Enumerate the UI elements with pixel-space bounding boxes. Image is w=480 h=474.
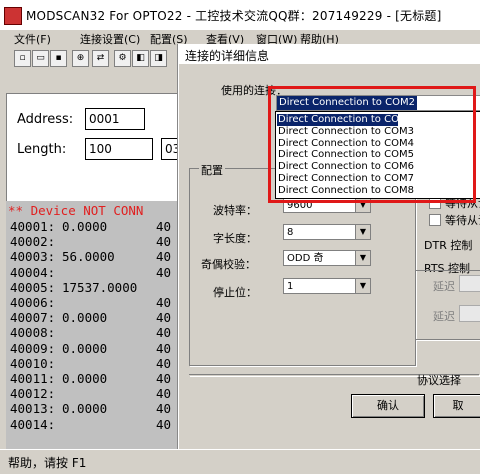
databits-label: 字长度：: [213, 232, 257, 245]
register-address: 40006:: [10, 295, 56, 310]
length-field[interactable]: 100: [85, 138, 153, 160]
address-label: Address:: [17, 112, 74, 127]
delay-label-1: 延迟: [433, 280, 455, 293]
register-address: 40007:: [10, 310, 56, 326]
dtr-label: DTR 控制: [424, 239, 473, 252]
register-next-column: 40: [156, 416, 172, 432]
register-value[interactable]: 0.0000: [62, 219, 107, 234]
register-address: 40005:: [10, 279, 56, 295]
register-address: 40008:: [10, 325, 56, 341]
parity-label: 奇偶校验：: [201, 258, 256, 271]
register-next-column: 40: [156, 249, 172, 265]
chevron-down-icon[interactable]: ▼: [355, 251, 370, 265]
status-text: 帮助，请按 F1: [8, 456, 87, 470]
register-address: 40013:: [10, 401, 56, 417]
delay-label-2: 延迟: [433, 310, 455, 323]
register-next-column: 40: [156, 295, 172, 310]
open-folder-icon[interactable]: ▭: [32, 50, 49, 67]
register-value[interactable]: 0.0000: [62, 310, 107, 325]
register-address: 40014:: [10, 416, 56, 432]
connect-icon[interactable]: ⇄: [92, 50, 109, 67]
register-display: ** Device NOT CONN 40001: 0.0000 40 40002: 4…: [6, 201, 178, 457]
print-icon[interactable]: ⊕: [72, 50, 89, 67]
new-file-icon[interactable]: ▫: [14, 50, 31, 67]
protocol-button[interactable]: 协议选择: [417, 372, 461, 388]
register-next-column: 40: [156, 219, 172, 234]
length-label: Length:: [17, 142, 67, 157]
dialog-title-bar: 连接的详细信息: [179, 44, 480, 64]
cancel-button[interactable]: 取: [433, 394, 480, 418]
config-group-label: 配置: [199, 162, 225, 178]
delay-field-1[interactable]: [459, 275, 480, 292]
register-value[interactable]: 0.0000: [62, 341, 107, 356]
register-value[interactable]: 0.0000: [62, 401, 107, 416]
register-next-column: 40: [156, 340, 172, 356]
register-next-column: 40: [156, 386, 172, 402]
delay-field-2[interactable]: [459, 305, 480, 322]
save-icon[interactable]: ▪: [50, 50, 67, 67]
register-address: 40002:: [10, 234, 56, 250]
register-address: 40011:: [10, 371, 56, 386]
scan-form: Address: 0001 Length: 100 03: [6, 93, 181, 203]
register-next-column: 40: [156, 310, 172, 326]
address-field[interactable]: 0001: [85, 108, 145, 130]
menu-connection[interactable]: 连接设置(C): [80, 31, 140, 47]
register-value[interactable]: 0.0000: [62, 371, 107, 386]
databits-select[interactable]: 8 ▼: [283, 224, 371, 240]
register-next-column: 40: [156, 355, 172, 371]
stopbits-select[interactable]: 1 ▼: [283, 278, 371, 294]
register-address: 40012:: [10, 386, 56, 402]
wait-dsr-label: 等待从设: [445, 214, 480, 227]
register-next-column: 40: [156, 325, 172, 341]
chevron-down-icon[interactable]: ▼: [355, 225, 370, 239]
toolbar: ▫ ▭ ▪ ⊕ ⇄ ⚙ ◧ ◨: [0, 47, 176, 69]
app-icon: [4, 7, 22, 25]
ok-button[interactable]: 确认: [351, 394, 425, 418]
red-highlight-box: [268, 86, 476, 203]
stopbits-label: 停止位：: [213, 286, 257, 299]
status-bar: 帮助，请按 F1: [0, 449, 480, 474]
register-address: 40003:: [10, 249, 56, 265]
dialog-title: 连接的详细信息: [185, 49, 270, 63]
register-next-column: 40: [156, 234, 172, 250]
title-bar: MODSCAN32 For OPTO22 - 工控技术交流QQ群：2071492…: [0, 0, 480, 30]
register-value[interactable]: 17537.0000: [62, 280, 137, 295]
window-title: MODSCAN32 For OPTO22 - 工控技术交流QQ群：2071492…: [26, 9, 442, 23]
register-address: 40001:: [10, 219, 56, 234]
connection-error-text: ** Device NOT CONN: [8, 203, 144, 218]
register-next-column: 40: [156, 264, 172, 280]
register-address: 40010:: [10, 355, 56, 371]
parity-select[interactable]: ODD 奇 ▼: [283, 250, 371, 266]
wait-dsr-checkbox[interactable]: [429, 214, 441, 226]
tool2-icon[interactable]: ◧: [132, 50, 149, 67]
chevron-down-icon[interactable]: ▼: [355, 279, 370, 293]
tool-icon[interactable]: ⚙: [114, 50, 131, 67]
register-next-column: 40: [156, 371, 172, 386]
register-value[interactable]: 56.0000: [62, 249, 115, 264]
baud-label: 波特率：: [213, 204, 257, 217]
tool3-icon[interactable]: ◨: [150, 50, 167, 67]
register-address: 40009:: [10, 340, 56, 356]
register-address: 40004:: [10, 264, 56, 280]
menu-file[interactable]: 文件(F): [14, 31, 51, 47]
register-next-column: 40: [156, 401, 172, 417]
